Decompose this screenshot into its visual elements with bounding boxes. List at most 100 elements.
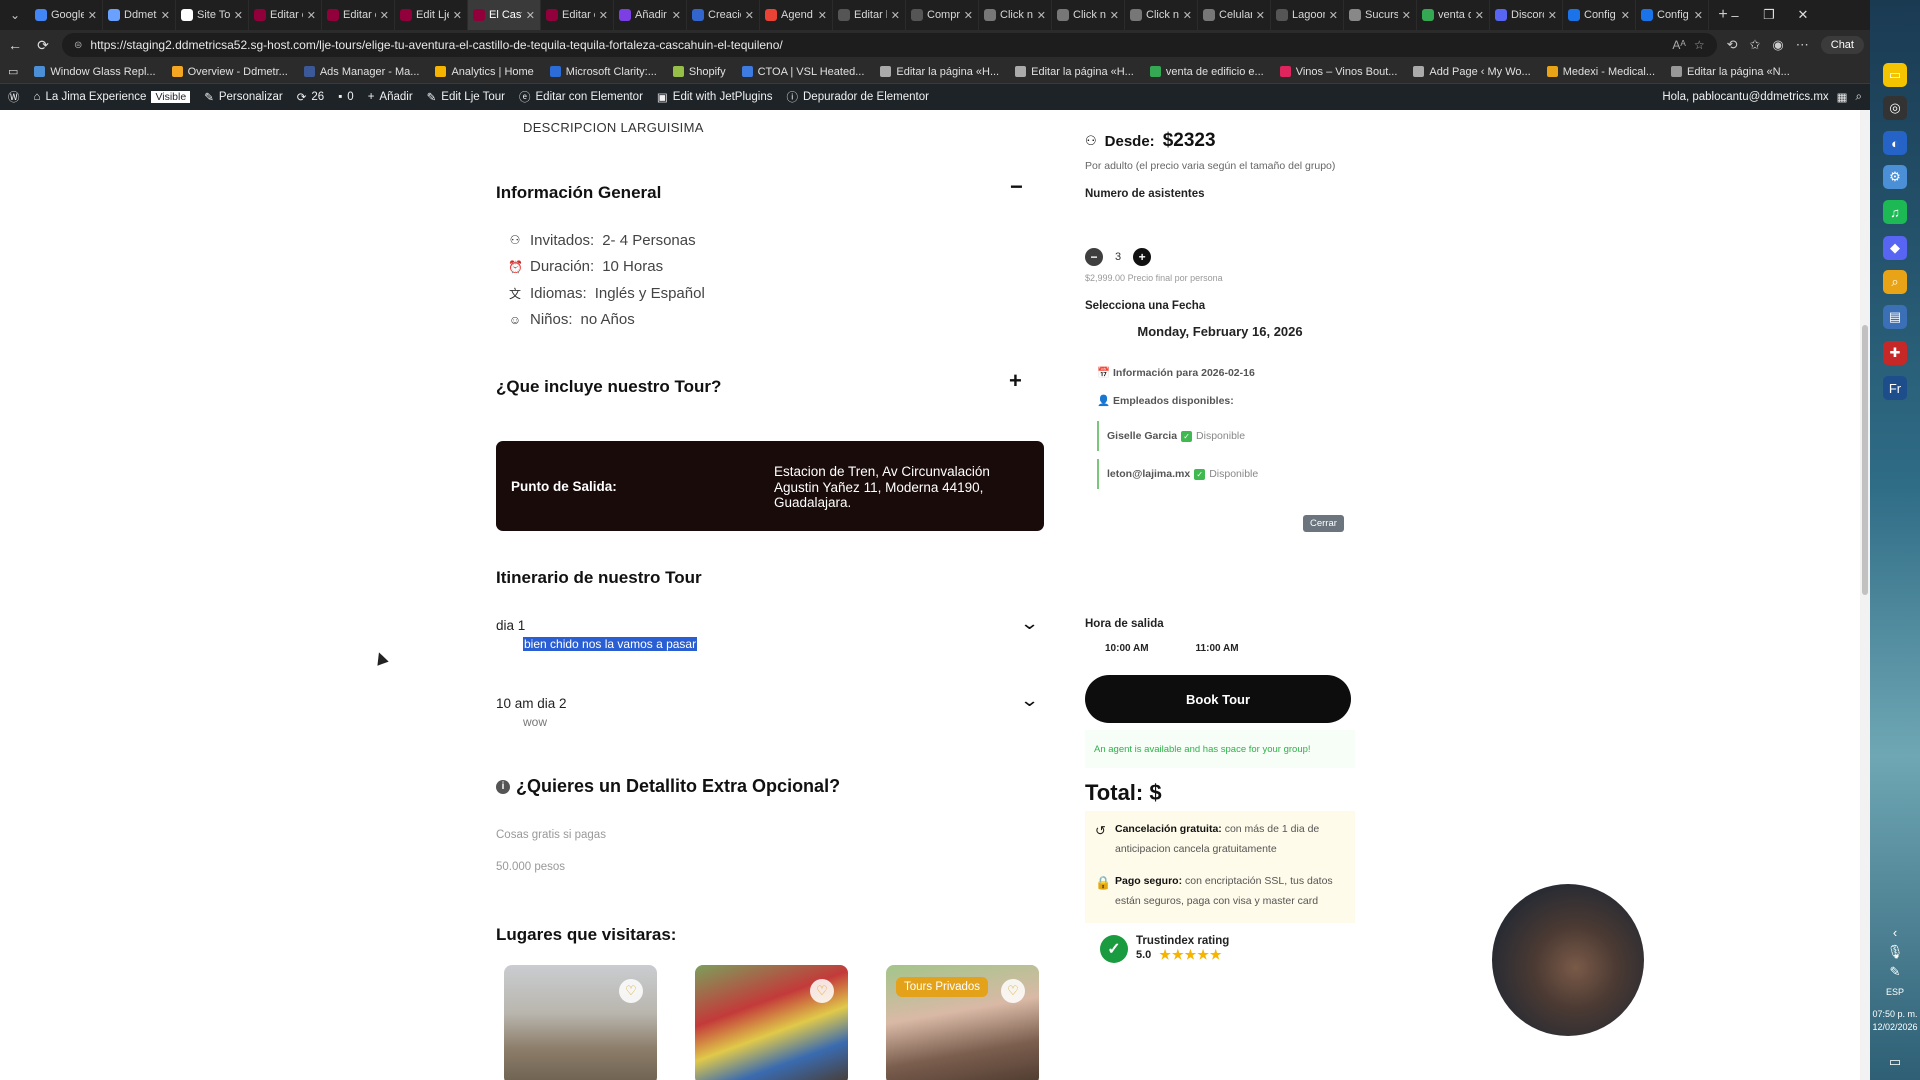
refresh-extension-icon[interactable]: ⟲ — [1727, 37, 1738, 53]
browser-tab[interactable]: Editar l ✕ — [833, 0, 906, 30]
wp-updates-link[interactable]: ⟳ 26 — [297, 90, 324, 104]
bookmark-item[interactable]: CTOA | VSL Heated... — [741, 66, 864, 78]
tab-close-icon[interactable]: ✕ — [88, 9, 97, 22]
browser-tab[interactable]: Compr ✕ — [906, 0, 979, 30]
scrollbar-thumb[interactable] — [1862, 325, 1868, 595]
browser-tab[interactable]: Google ✕ — [30, 0, 103, 30]
notifications-icon[interactable]: ▭ — [1883, 1050, 1907, 1074]
bookmark-item[interactable]: Add Page ‹ My Wo... — [1413, 66, 1531, 78]
browser-tab[interactable]: Ddmetr ✕ — [103, 0, 176, 30]
book-tour-button[interactable]: Book Tour — [1085, 675, 1351, 723]
bookmark-item[interactable]: Shopify — [672, 66, 726, 78]
search-icon[interactable]: ⌕ — [1856, 91, 1862, 104]
close-button[interactable]: Cerrar — [1303, 515, 1344, 532]
itinerary-day-1-title[interactable]: dia 1 — [496, 618, 525, 633]
bookmark-item[interactable]: Overview - Ddmetr... — [171, 66, 288, 78]
wp-elementor-link[interactable]: ⓔ Editar con Elementor — [519, 89, 643, 105]
wp-site-link[interactable]: ⌂ La Jima Experience Visible — [34, 91, 191, 103]
tab-close-icon[interactable]: ✕ — [526, 9, 535, 22]
tab-close-icon[interactable]: ✕ — [1183, 9, 1192, 22]
browser-tab[interactable]: Sucurs ✕ — [1344, 0, 1417, 30]
chevron-down-icon[interactable]: ⌄ — [1020, 690, 1040, 711]
favorite-star-icon[interactable]: ☆ — [1694, 38, 1705, 52]
browser-tab[interactable]: Site To ✕ — [176, 0, 249, 30]
wp-account-menu[interactable]: Hola, pablocantu@ddmetrics.mx ▦ ⌕ — [1662, 90, 1862, 105]
minimize-icon[interactable]: – — [1718, 0, 1752, 30]
browser-tab[interactable]: Edit Lje ✕ — [395, 0, 468, 30]
language-indicator[interactable]: ESP — [1883, 980, 1907, 1004]
copilot-chat-button[interactable]: Chat — [1820, 36, 1864, 54]
browser-tab[interactable]: El Casti ✕ — [468, 0, 541, 30]
back-icon[interactable]: ← — [6, 37, 24, 53]
hour-option[interactable]: 11:00 AM — [1196, 643, 1239, 654]
puzzle-icon[interactable]: ✚ — [1883, 341, 1907, 365]
close-window-icon[interactable]: ✕ — [1786, 0, 1820, 30]
itinerary-day-2-title[interactable]: 10 am dia 2 — [496, 696, 567, 711]
browser-tab[interactable]: Agend ✕ — [760, 0, 833, 30]
browser-tab[interactable]: Editar e ✕ — [322, 0, 395, 30]
wp-edit-tour-link[interactable]: ✎ Edit Lje Tour — [427, 90, 505, 104]
wp-customize-link[interactable]: ✎ Personalizar — [204, 90, 283, 104]
tab-close-icon[interactable]: ✕ — [161, 9, 170, 22]
bookmark-item[interactable]: Editar la página «N... — [1671, 66, 1790, 78]
tab-close-icon[interactable]: ✕ — [818, 9, 827, 22]
trustindex-rating[interactable]: ✓ Trustindex rating 5.0 ★★★★★ — [1100, 935, 1229, 963]
place-card[interactable]: Tours Privados ♡ — [886, 965, 1039, 1080]
page-scrollbar[interactable] — [1860, 110, 1870, 1080]
search-app-icon[interactable]: ⌕ — [1883, 270, 1907, 294]
bookmark-item[interactable]: Vinos – Vinos Bout... — [1279, 66, 1397, 78]
tab-close-icon[interactable]: ✕ — [1110, 9, 1119, 22]
discord-icon[interactable]: ◆ — [1883, 236, 1907, 260]
bookmark-folder-icon[interactable]: ▭ — [8, 65, 18, 78]
tab-close-icon[interactable]: ✕ — [1621, 9, 1630, 22]
chevron-down-icon[interactable]: ⌄ — [1020, 613, 1040, 634]
browser-tab[interactable]: Añadir ✕ — [614, 0, 687, 30]
wp-comments-link[interactable]: ▪ 0 — [338, 91, 353, 103]
bookmark-item[interactable]: Editar la página «H... — [1015, 66, 1134, 78]
wp-jet-link[interactable]: ▣ Edit with JetPlugins — [657, 90, 773, 104]
plus-button[interactable]: + — [1133, 248, 1152, 266]
hour-option[interactable]: 10:00 AM — [1105, 643, 1149, 654]
tab-close-icon[interactable]: ✕ — [599, 9, 608, 22]
bookmark-item[interactable]: Microsoft Clarity:... — [549, 66, 657, 78]
tab-close-icon[interactable]: ✕ — [1402, 9, 1411, 22]
browser-tab[interactable]: Click n ✕ — [1052, 0, 1125, 30]
folder-icon[interactable]: ▭ — [1883, 63, 1907, 87]
bookmark-item[interactable]: Ads Manager - Ma... — [303, 66, 419, 78]
bookmark-item[interactable]: Window Glass Repl... — [34, 66, 156, 78]
browser-tab[interactable]: Celular ✕ — [1198, 0, 1271, 30]
tab-close-icon[interactable]: ✕ — [234, 9, 243, 22]
url-field[interactable]: ⊜ https://staging2.ddmetricsa52.sg-host.… — [62, 33, 1717, 57]
browser-tab[interactable]: Click n ✕ — [979, 0, 1052, 30]
bookmark-item[interactable]: Medexi - Medical... — [1546, 66, 1655, 78]
gear-icon[interactable]: ⚙ — [1883, 165, 1907, 189]
attendees-value[interactable]: 3 — [1115, 251, 1121, 263]
settings-ring-icon[interactable]: ◎ — [1883, 96, 1907, 120]
browser-tab[interactable]: Config ✕ — [1636, 0, 1709, 30]
browser-tab[interactable]: Creació ✕ — [687, 0, 760, 30]
bookmark-item[interactable]: Analytics | Home — [435, 66, 534, 78]
edge-icon[interactable]: ◐ — [1883, 131, 1907, 155]
profile-icon[interactable]: ◉ — [1772, 37, 1783, 53]
tab-close-icon[interactable]: ✕ — [672, 9, 681, 22]
tab-close-icon[interactable]: ✕ — [453, 9, 462, 22]
wp-debugger-link[interactable]: ⓘ Depurador de Elementor — [787, 89, 929, 105]
wp-add-new-link[interactable]: + Añadir — [368, 91, 413, 103]
browser-tab[interactable]: Lagoon ✕ — [1271, 0, 1344, 30]
browser-tab[interactable]: Editar e ✕ — [249, 0, 322, 30]
tab-close-icon[interactable]: ✕ — [891, 9, 900, 22]
collapse-minus-icon[interactable]: − — [1010, 174, 1023, 200]
document-icon[interactable]: ▤ — [1883, 305, 1907, 329]
bookmark-item[interactable]: Editar la página «H... — [880, 66, 999, 78]
tab-close-icon[interactable]: ✕ — [307, 9, 316, 22]
place-card[interactable]: ♡ — [504, 965, 657, 1080]
system-clock[interactable]: 07:50 p. m. 12/02/2026 — [1870, 1008, 1920, 1034]
wordpress-logo-icon[interactable]: Ⓦ — [8, 89, 20, 105]
heart-icon[interactable]: ♡ — [1001, 979, 1025, 1003]
favorites-icon[interactable]: ✩ — [1750, 37, 1761, 53]
tab-close-icon[interactable]: ✕ — [1256, 9, 1265, 22]
tab-close-icon[interactable]: ✕ — [1037, 9, 1046, 22]
browser-tab[interactable]: Discord ✕ — [1490, 0, 1563, 30]
spotify-icon[interactable]: ♫ — [1883, 200, 1907, 224]
heart-icon[interactable]: ♡ — [810, 979, 834, 1003]
